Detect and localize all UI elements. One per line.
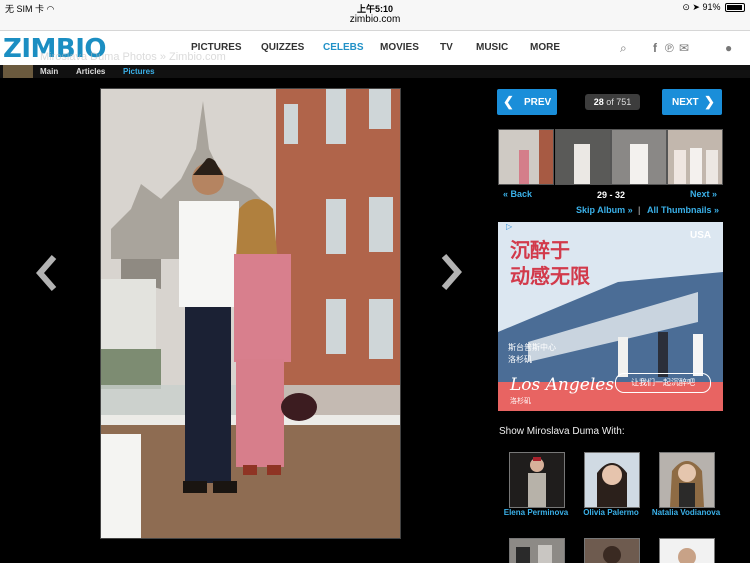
status-bar: 无 SIM 卡 ◠ 上午5:10 ⊙ ➤ 91%: [0, 0, 750, 14]
subnav-articles[interactable]: Articles: [76, 67, 105, 76]
related-name-natalia[interactable]: Natalia Vodianova: [646, 508, 726, 517]
next-button[interactable]: NEXT ❯: [662, 89, 722, 115]
ad-cta-button[interactable]: 让我们一起沉醉吧: [615, 373, 711, 393]
related-name-elena[interactable]: Elena Perminova: [496, 508, 576, 517]
related-photo-5[interactable]: [584, 538, 640, 563]
lock-rotation-icon: ⊙: [682, 2, 690, 12]
chevron-right-icon: ❯: [704, 94, 715, 109]
battery-percent: 91%: [702, 2, 721, 12]
next-link[interactable]: Next »: [690, 189, 717, 199]
thumbnail[interactable]: [498, 129, 554, 185]
related-title: Show Miroslava Duma With:: [499, 426, 625, 437]
nav-movies[interactable]: MOVIES: [380, 42, 419, 53]
related-photo-natalia[interactable]: [659, 452, 715, 508]
email-icon[interactable]: ✉: [679, 41, 689, 55]
ad-sub-1: 斯台普斯中心: [508, 343, 556, 352]
photo-range: 29 - 32: [597, 190, 626, 200]
nav-tv[interactable]: TV: [440, 42, 453, 53]
total-count: 751: [616, 97, 632, 107]
prev-arrow-icon[interactable]: [34, 255, 60, 291]
thumbnail[interactable]: [555, 129, 611, 185]
current-index: 28: [593, 97, 604, 107]
account-icon[interactable]: ●: [725, 41, 732, 55]
related-photo-4[interactable]: [509, 538, 565, 563]
main-photo[interactable]: [100, 88, 401, 539]
photo-image: [101, 89, 400, 538]
ad-brand: USA: [690, 230, 712, 241]
ad-script-cn: 洛杉矶: [510, 398, 531, 405]
nav-celebs[interactable]: CELEBS: [323, 42, 364, 53]
ad-headline-2: 动感无限: [510, 266, 590, 288]
related-name-olivia[interactable]: Olivia Palermo: [571, 508, 651, 517]
skip-album-link[interactable]: Skip Album »: [576, 205, 633, 215]
thumbnail[interactable]: [611, 129, 667, 185]
ad-info-icon[interactable]: ▷: [506, 222, 512, 231]
related-photo-olivia[interactable]: [584, 452, 640, 508]
photo-counter: 28 of 751: [585, 94, 640, 110]
url-text[interactable]: zimbio.com: [350, 14, 401, 25]
battery-icon: [725, 3, 745, 13]
link-divider: |: [638, 205, 641, 215]
advertisement[interactable]: ▷ 沉醉于 动感无限 USA 斯台普斯中心 洛杉矶 Los Angeles 洛杉…: [498, 222, 723, 411]
facebook-icon[interactable]: f: [653, 41, 657, 55]
sub-nav: Main Articles Pictures: [0, 65, 750, 78]
next-arrow-icon[interactable]: [438, 254, 464, 290]
ad-sub-2: 洛杉矶: [508, 355, 532, 364]
nav-more[interactable]: MORE: [530, 42, 560, 53]
related-photo-elena[interactable]: [509, 452, 565, 508]
subnav-main[interactable]: Main: [40, 67, 58, 76]
thumbnail[interactable]: [667, 129, 723, 185]
counter-of: of: [606, 97, 614, 107]
subnav-pictures[interactable]: Pictures: [123, 67, 155, 76]
back-link[interactable]: « Back: [503, 189, 532, 199]
page-title-overlay: Miroslava Duma Photos » Zimbio.com: [40, 51, 226, 63]
status-right: ⊙ ➤ 91%: [682, 2, 745, 13]
related-photo-6[interactable]: [659, 538, 715, 563]
search-icon[interactable]: ⌕: [620, 41, 627, 56]
prev-button[interactable]: ❮ PREV: [497, 89, 557, 115]
pinterest-icon[interactable]: ℗: [665, 41, 674, 55]
celeb-avatar[interactable]: [3, 65, 33, 78]
ad-script: Los Angeles: [510, 375, 615, 395]
location-icon: ➤: [692, 2, 700, 12]
all-thumbnails-link[interactable]: All Thumbnails »: [647, 205, 719, 215]
nav-music[interactable]: MUSIC: [476, 42, 508, 53]
chevron-left-icon: ❮: [503, 94, 514, 109]
url-bar[interactable]: zimbio.com: [0, 14, 750, 31]
ad-headline-1: 沉醉于: [510, 240, 570, 262]
nav-quizzes[interactable]: QUIZZES: [261, 42, 304, 53]
